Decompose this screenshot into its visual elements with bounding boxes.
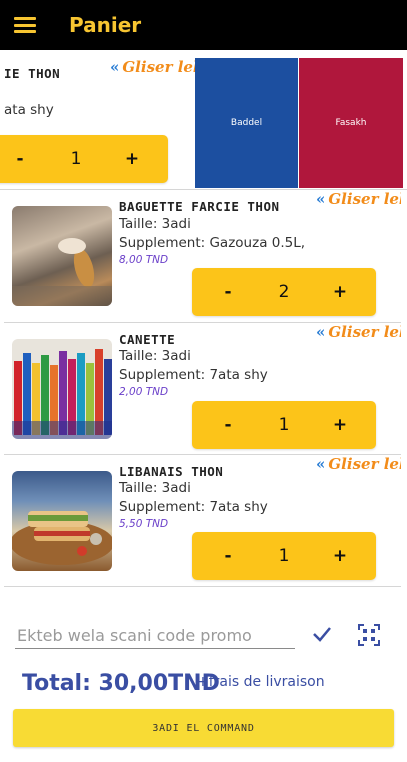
quantity-value: 1: [278, 415, 290, 435]
product-image: [12, 471, 112, 571]
increase-button[interactable]: +: [330, 415, 350, 435]
cart-item: LIBANAIS THON Taille: 3adi Supplement: 7…: [4, 455, 401, 587]
page-title: Panier: [69, 13, 142, 37]
item-supplement-partial: ata shy: [4, 102, 54, 118]
product-image: [12, 339, 112, 439]
item-title: BAGUETTE FARCIE THON: [119, 199, 280, 214]
decrease-button[interactable]: -: [10, 149, 30, 169]
decrease-button[interactable]: -: [218, 282, 238, 302]
order-button[interactable]: 3ADI EL COMMAND: [13, 709, 394, 747]
swipe-hint: «Gliser lelisar: [316, 455, 401, 473]
cart-item: BAGUETTE FARCIE THON Taille: 3adi Supple…: [4, 190, 401, 323]
decrease-button[interactable]: -: [218, 546, 238, 566]
quantity-stepper: - 1 +: [0, 135, 168, 183]
increase-button[interactable]: +: [330, 282, 350, 302]
item-size: Taille: 3adi: [119, 480, 191, 496]
item-title: LIBANAIS THON: [119, 464, 224, 479]
quantity-stepper: - 1 +: [192, 401, 376, 449]
quantity-value: 2: [278, 282, 290, 302]
product-image: [12, 206, 112, 306]
promo-input-underline: [15, 648, 295, 649]
increase-button[interactable]: +: [330, 546, 350, 566]
decrease-button[interactable]: -: [218, 415, 238, 435]
item-price: 5,50 TND: [119, 518, 169, 530]
item-title-partial: IE THON: [4, 66, 61, 81]
double-chevron-left-icon: «: [316, 190, 326, 208]
quantity-stepper: - 1 +: [192, 532, 376, 580]
edit-action-button[interactable]: Baddel: [195, 58, 298, 188]
check-icon[interactable]: [312, 624, 332, 648]
increase-button[interactable]: +: [122, 149, 142, 169]
quantity-value: 1: [70, 149, 82, 169]
qr-scan-icon[interactable]: [358, 624, 380, 650]
cart-item-swiped[interactable]: IE THON ata shy - 1 + «Gliser lelisar Ba…: [0, 50, 407, 190]
item-size: Taille: 3adi: [119, 348, 191, 364]
item-price: 2,00 TND: [119, 386, 169, 398]
item-supplement: Supplement: 7ata shy: [119, 367, 268, 383]
promo-code-input[interactable]: Ekteb wela scani code promo: [17, 626, 252, 645]
quantity-stepper: - 2 +: [192, 268, 376, 316]
delivery-fee-note: +frais de livraison: [197, 674, 325, 690]
double-chevron-left-icon: «: [316, 455, 326, 473]
quantity-value: 1: [278, 546, 290, 566]
total-amount: Total: 30,00TND: [22, 671, 220, 696]
item-price: 8,00 TND: [119, 254, 169, 266]
item-title: CANETTE: [119, 332, 176, 347]
double-chevron-left-icon: «: [316, 323, 326, 341]
cart-item: CANETTE Taille: 3adi Supplement: 7ata sh…: [4, 323, 401, 455]
item-supplement: Supplement: Gazouza 0.5L,: [119, 235, 306, 251]
item-supplement: Supplement: 7ata shy: [119, 499, 268, 515]
swipe-hint: «Gliser lelisar: [316, 323, 401, 341]
delete-action-button[interactable]: Fasakh: [299, 58, 403, 188]
double-chevron-left-icon: «: [110, 58, 120, 76]
item-size: Taille: 3adi: [119, 216, 191, 232]
app-bar: Panier: [0, 0, 407, 50]
swipe-hint: «Gliser lelisar: [316, 190, 401, 208]
hamburger-menu-icon[interactable]: [14, 17, 36, 33]
